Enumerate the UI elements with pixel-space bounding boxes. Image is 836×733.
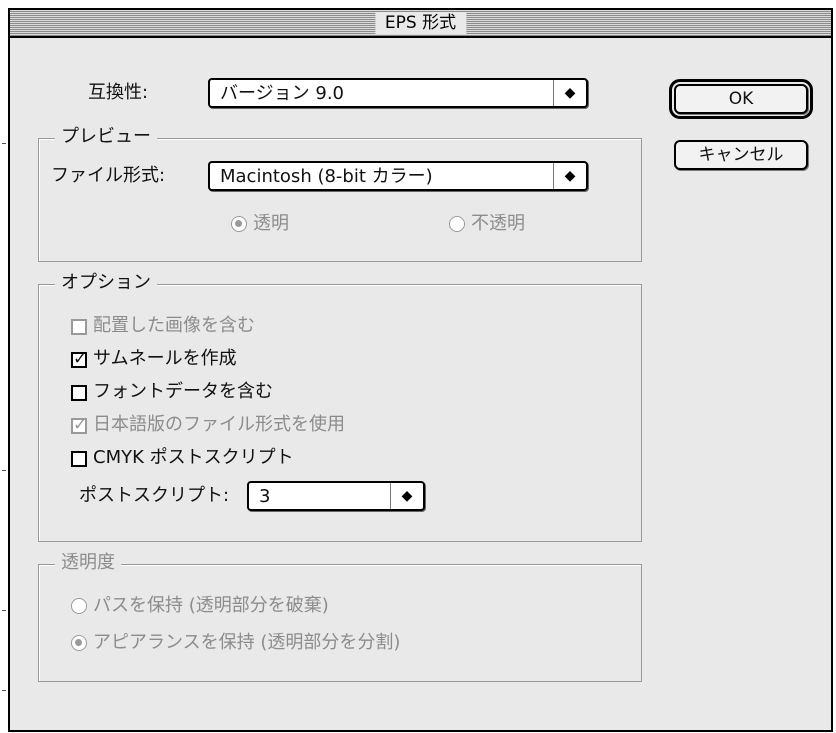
compatibility-popup[interactable]: バージョン 9.0 ◆	[208, 78, 588, 108]
transparency-legend: 透明度	[55, 551, 121, 575]
file-format-popup[interactable]: Macintosh (8-bit カラー) ◆	[208, 161, 588, 191]
edge-mark	[2, 610, 6, 611]
japanese-file-format-checkbox[interactable]: ✓	[71, 415, 88, 435]
include-font-data-label: フォントデータを含む	[93, 381, 273, 402]
postscript-level-value: 3	[259, 486, 271, 507]
transparent-radio-label: 透明	[253, 213, 289, 234]
compatibility-label: 互換性:	[88, 82, 149, 103]
include-placed-images-checkbox[interactable]	[71, 319, 87, 335]
preserve-appearance-label: アピアランスを保持 (透明部分を分割)	[93, 632, 401, 653]
include-placed-images-label: 配置した画像を含む	[93, 315, 255, 336]
options-legend: オプション	[55, 271, 157, 295]
up-down-arrows-icon: ◆	[553, 80, 586, 106]
opaque-radio[interactable]	[449, 216, 465, 232]
preserve-appearance-radio[interactable]	[71, 635, 87, 651]
edge-mark	[2, 143, 6, 144]
options-group: オプション 配置した画像を含む ✓ サムネールを作成 フォントデータを含む ✓ …	[38, 271, 642, 542]
ok-button[interactable]: OK	[669, 79, 813, 119]
preview-legend: プレビュー	[55, 125, 157, 149]
file-format-value: Macintosh (8-bit カラー)	[220, 166, 433, 187]
opaque-radio-label: 不透明	[471, 213, 525, 234]
cancel-button[interactable]: キャンセル	[674, 140, 808, 170]
include-font-data-checkbox[interactable]	[71, 385, 87, 401]
dialog-title: EPS 形式	[374, 12, 467, 34]
postscript-level-label: ポストスクリプト:	[79, 485, 230, 506]
eps-format-dialog: EPS 形式 互換性: バージョン 9.0 ◆ OK キャンセル プレビュー フ…	[8, 8, 833, 732]
preserve-paths-label: パスを保持 (透明部分を破棄)	[93, 595, 329, 616]
preview-group: プレビュー ファイル形式: Macintosh (8-bit カラー) ◆ 透明…	[38, 125, 642, 262]
up-down-arrows-icon: ◆	[553, 163, 586, 189]
transparency-group: 透明度 パスを保持 (透明部分を破棄) アピアランスを保持 (透明部分を分割)	[38, 551, 642, 682]
checkmark-icon: ✓	[73, 415, 88, 435]
title-bar[interactable]: EPS 形式	[10, 10, 831, 38]
file-format-label: ファイル形式:	[51, 165, 166, 186]
preserve-paths-radio[interactable]	[71, 598, 87, 614]
up-down-arrows-icon: ◆	[390, 483, 423, 509]
create-thumbnail-checkbox[interactable]: ✓	[71, 349, 88, 369]
cmyk-postscript-checkbox[interactable]	[71, 451, 87, 467]
create-thumbnail-label: サムネールを作成	[93, 348, 237, 369]
compatibility-value: バージョン 9.0	[220, 83, 344, 104]
edge-mark	[2, 690, 6, 691]
japanese-file-format-label: 日本語版のファイル形式を使用	[93, 414, 345, 435]
checkmark-icon: ✓	[73, 349, 88, 369]
edge-mark	[2, 470, 6, 471]
transparent-radio[interactable]	[231, 216, 247, 232]
cmyk-postscript-label: CMYK ポストスクリプト	[93, 447, 294, 468]
postscript-level-popup[interactable]: 3 ◆	[247, 481, 425, 511]
